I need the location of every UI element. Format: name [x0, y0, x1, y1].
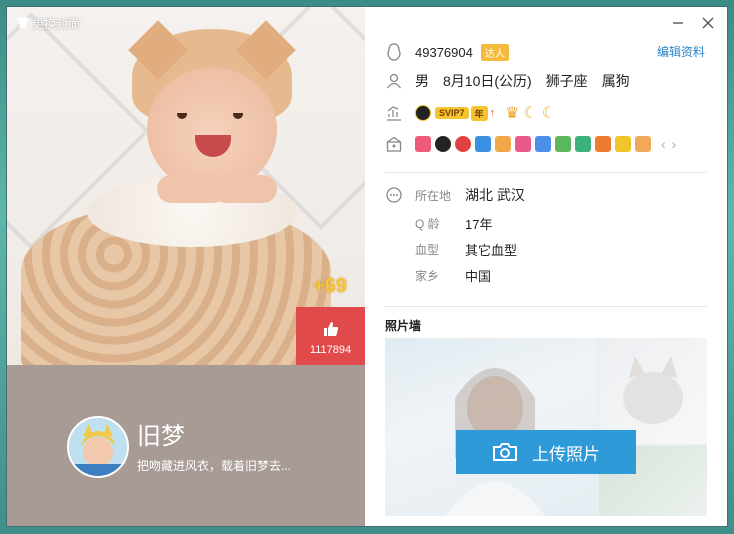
upload-photo-label: 上传照片 — [532, 444, 600, 464]
crown-icon[interactable]: ♛ — [505, 103, 519, 123]
green-diamond-icon[interactable] — [575, 136, 591, 152]
close-button[interactable] — [701, 17, 715, 31]
penguin-vip-icon — [415, 105, 431, 121]
divider — [385, 306, 707, 307]
chevron-left-icon[interactable]: ‹ — [661, 136, 666, 152]
blue-star-icon[interactable] — [535, 136, 551, 152]
talent-badge[interactable]: 达人 — [480, 43, 509, 61]
more-dots-icon — [385, 186, 403, 204]
divider — [385, 172, 707, 173]
qq-number-row: 49376904 达人 — [385, 43, 509, 61]
shirt-icon — [17, 16, 29, 31]
svip-label: SVIP7 — [435, 107, 469, 119]
level-chart-icon — [385, 104, 403, 122]
gender: 男 — [415, 73, 429, 89]
person-icon — [385, 72, 403, 90]
change-cover-label: 更换封面 — [32, 17, 81, 31]
info-panel: 49376904 达人 编辑资料 男 8月10日(公历) 狮子座 属狗 SVIP… — [365, 7, 727, 526]
photo-wall-title: 照片墙 — [385, 319, 422, 333]
age-value: 17年 — [465, 217, 493, 232]
blood-row: 血型 其它血型 — [385, 240, 517, 259]
edit-profile-link[interactable]: 编辑资料 — [657, 43, 705, 60]
svip-badge[interactable]: SVIP7 年 ↑ — [415, 105, 495, 121]
blood-label: 血型 — [415, 243, 440, 257]
gift-service-icon[interactable] — [495, 136, 511, 152]
basic-info-row: 男 8月10日(公历) 狮子座 属狗 — [385, 71, 630, 91]
green-service-icon[interactable] — [555, 136, 571, 152]
hometown-row: 家乡 中国 — [385, 266, 491, 285]
zodiac: 狮子座 — [545, 73, 588, 89]
orange-star-icon[interactable] — [635, 136, 651, 152]
baby-face — [147, 67, 277, 192]
chinese-zodiac: 属狗 — [601, 73, 630, 89]
blue-game-icon[interactable] — [475, 136, 491, 152]
thumbs-up-icon — [296, 321, 365, 342]
baby-arm — [212, 175, 277, 203]
like-count: 1117894 — [309, 344, 352, 356]
vip-row: SVIP7 年 ↑ ♛ ☾ ☾ — [385, 103, 556, 123]
location-label: 所在地 — [415, 188, 452, 203]
change-cover-button[interactable]: 更换封面 — [17, 15, 80, 32]
qq-number[interactable]: 49376904 — [415, 45, 473, 60]
service-icons-row: ‹ › — [385, 135, 676, 153]
signature: 把吻藏进风衣，载着旧梦去... — [137, 459, 292, 473]
camera-icon — [492, 442, 518, 462]
arrow-up-icon: ↑ — [489, 107, 496, 119]
close-icon — [702, 16, 714, 32]
penguin-service-icon[interactable] — [435, 136, 451, 152]
hometown-value: 中国 — [465, 269, 492, 284]
yellow-diamond-icon[interactable] — [615, 136, 631, 152]
heart-service-icon[interactable] — [415, 136, 431, 152]
profile-window: 更换封面 +69 1117894 旧梦 把吻藏进风衣，载着旧梦去... 4937… — [7, 7, 727, 526]
location-value: 湖北 武汉 — [465, 187, 525, 203]
chevron-right-icon[interactable]: › — [672, 136, 677, 152]
red-diamond-icon[interactable] — [455, 136, 471, 152]
age-row: Q 龄 17年 — [385, 214, 492, 233]
nickname: 旧梦 — [137, 423, 185, 450]
upload-photo-button[interactable]: 上传照片 — [456, 430, 636, 474]
minimize-icon — [672, 16, 684, 32]
gift-box-icon — [385, 135, 403, 153]
penguin-icon — [385, 43, 403, 61]
location-row: 所在地 湖北 武汉 — [385, 185, 525, 205]
talent-label: 达人 — [484, 48, 505, 60]
age-label: Q 龄 — [415, 217, 440, 231]
minimize-button[interactable] — [671, 17, 685, 31]
like-button[interactable]: 1117894 — [296, 307, 365, 365]
orange-service-icon[interactable] — [595, 136, 611, 152]
avatar[interactable] — [67, 416, 129, 478]
hometown-label: 家乡 — [415, 269, 440, 283]
pink-diamond-icon[interactable] — [515, 136, 531, 152]
blood-value: 其它血型 — [465, 243, 518, 258]
moon-icon[interactable]: ☾ — [523, 103, 537, 123]
svip-year: 年 — [470, 105, 488, 121]
photo-wall: 上传照片 — [385, 338, 707, 516]
plus-like-badge: +69 — [313, 275, 347, 297]
birthday: 8月10日(公历) — [443, 73, 532, 89]
cover-panel: 更换封面 +69 1117894 旧梦 把吻藏进风衣，载着旧梦去... — [7, 7, 365, 526]
moon-icon[interactable]: ☾ — [542, 103, 556, 123]
